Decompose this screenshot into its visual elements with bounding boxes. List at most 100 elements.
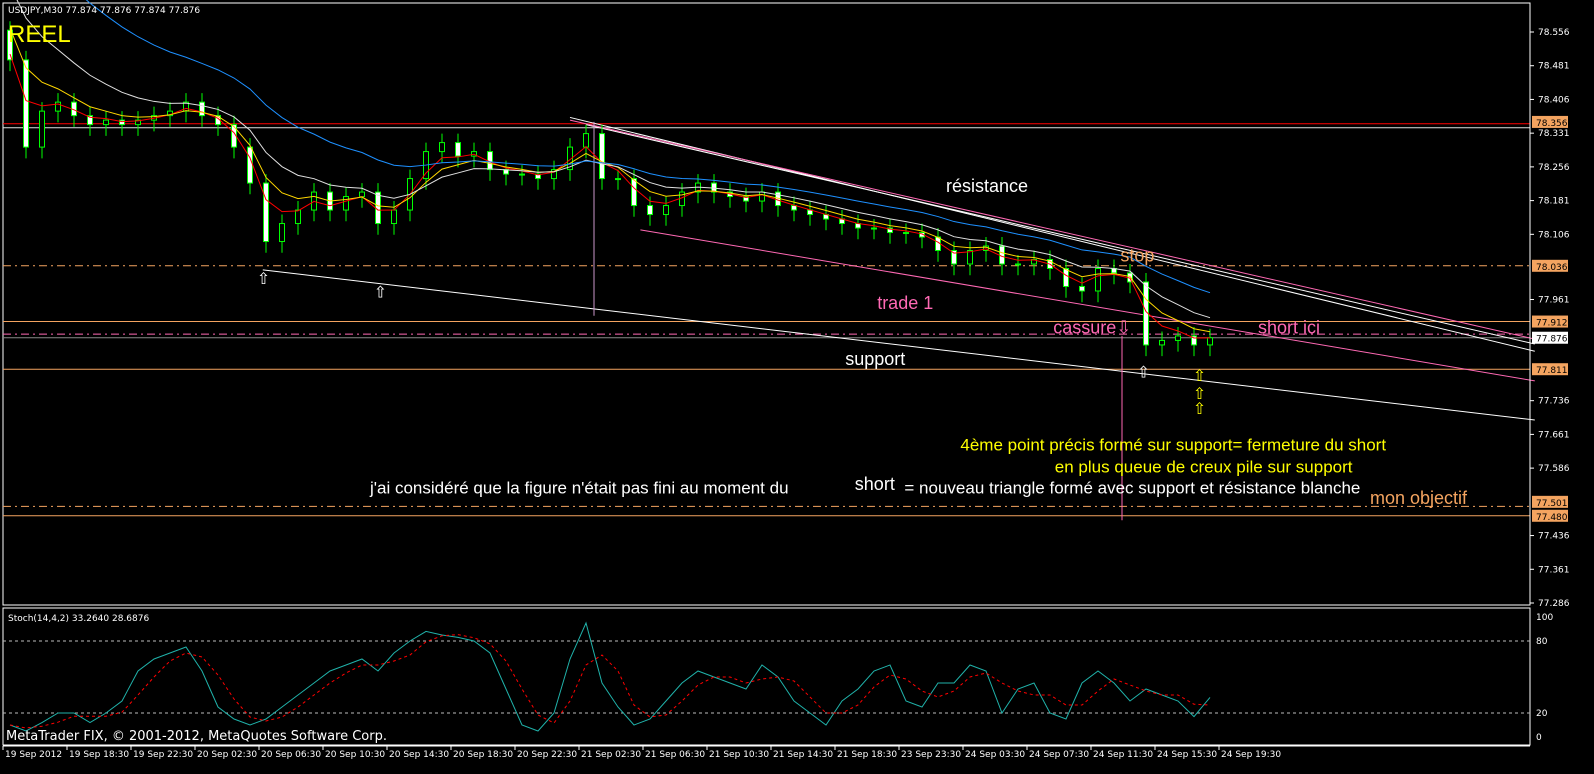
chart-annotation[interactable]: j'ai considéré que la figure n'était pas… xyxy=(369,478,789,497)
time-tick-label: 24 Sep 11:30 xyxy=(1093,750,1153,760)
up-arrow-icon[interactable]: ⇧ xyxy=(1137,363,1150,382)
bear-candle-body xyxy=(263,182,269,243)
chart-annotation[interactable]: = nouveau triangle formé avec support et… xyxy=(904,478,1360,497)
chart-annotation[interactable]: trade 1 xyxy=(877,293,933,313)
price-tick-label: 78.406 xyxy=(1538,95,1570,105)
time-tick-label: 21 Sep 18:30 xyxy=(837,750,897,760)
chart-annotation[interactable]: short ici xyxy=(1258,318,1320,338)
bear-candle-body xyxy=(199,101,205,117)
price-label-value: 77.811 xyxy=(1536,366,1568,376)
bull-candle-body xyxy=(1159,339,1165,346)
chart-annotation[interactable]: short xyxy=(855,474,895,494)
price-tick-label: 77.286 xyxy=(1538,599,1570,609)
bear-candle-body xyxy=(1063,267,1069,287)
bull-candle-body xyxy=(295,209,301,225)
up-arrow-icon[interactable]: ⇧ xyxy=(1193,366,1206,385)
bull-candle-body xyxy=(1095,267,1101,292)
price-tick-label: 77.961 xyxy=(1538,296,1570,306)
time-tick-label: 20 Sep 14:30 xyxy=(389,750,449,760)
price-tick-label: 77.361 xyxy=(1538,565,1570,575)
bull-candle-body xyxy=(391,209,397,225)
bull-candle-body xyxy=(519,173,525,176)
bear-candle-body xyxy=(1079,285,1085,292)
price-label-value: 78.356 xyxy=(1536,119,1568,129)
bull-candle-body xyxy=(615,178,621,181)
main-chart-panel[interactable] xyxy=(2,2,1531,606)
time-tick-label: 20 Sep 10:30 xyxy=(325,750,385,760)
price-tick-label: 77.661 xyxy=(1538,430,1570,440)
bull-candle-body xyxy=(759,191,765,202)
price-tick-label: 78.106 xyxy=(1538,230,1570,240)
bull-candle-body xyxy=(359,191,365,198)
stoch-tick-label: 100 xyxy=(1536,613,1553,623)
bull-candle-body xyxy=(1175,335,1181,341)
bear-candle-body xyxy=(791,205,797,211)
chart-annotation[interactable]: 4ème point précis formé sur support= fer… xyxy=(960,436,1386,455)
chart-annotation[interactable]: stop xyxy=(1120,246,1154,266)
chart-annotation[interactable]: mon objectif xyxy=(1370,488,1468,508)
time-tick-label: 20 Sep 06:30 xyxy=(261,750,321,760)
time-tick-label: 21 Sep 06:30 xyxy=(645,750,705,760)
bear-candle-body xyxy=(631,178,637,207)
time-tick-label: 21 Sep 14:30 xyxy=(773,750,833,760)
bull-candle-body xyxy=(871,227,877,230)
bull-candle-body xyxy=(39,110,45,148)
bull-candle-body xyxy=(967,250,973,265)
bull-candle-body xyxy=(1207,337,1213,346)
candle xyxy=(263,174,269,253)
chart-annotation[interactable]: résistance xyxy=(946,176,1028,196)
bear-candle-body xyxy=(247,146,253,184)
time-tick-label: 21 Sep 10:30 xyxy=(709,750,769,760)
bull-candle-body xyxy=(103,119,109,126)
bull-candle-body xyxy=(1015,263,1021,266)
time-tick-label: 20 Sep 22:30 xyxy=(517,750,577,760)
time-tick-label: 21 Sep 02:30 xyxy=(581,750,641,760)
time-tick-label: 20 Sep 18:30 xyxy=(453,750,513,760)
bear-candle-body xyxy=(599,133,605,180)
time-tick-label: 19 Sep 22:30 xyxy=(133,750,193,760)
price-tick-label: 77.736 xyxy=(1538,397,1570,407)
price-label-value: 77.501 xyxy=(1536,499,1568,509)
bull-candle-body xyxy=(663,205,669,216)
time-tick-label: 20 Sep 02:30 xyxy=(197,750,257,760)
bear-candle-body xyxy=(119,119,125,126)
bear-candle-body xyxy=(999,245,1005,265)
stochastic-panel[interactable] xyxy=(2,607,1531,746)
symbol-info: USDJPY,M30 77.874 77.876 77.874 77.876 xyxy=(8,6,200,16)
bull-candle-body xyxy=(903,232,909,235)
stoch-tick-label: 80 xyxy=(1536,637,1548,647)
stoch-tick-label: 0 xyxy=(1536,733,1542,743)
price-tick-label: 78.481 xyxy=(1538,62,1570,72)
bull-candle-body xyxy=(583,133,589,148)
price-tick-label: 78.181 xyxy=(1538,197,1570,207)
up-arrow-icon[interactable]: ⇧ xyxy=(1193,399,1206,418)
time-tick-label: 19 Sep 18:30 xyxy=(69,750,129,760)
time-tick-label: 24 Sep 03:30 xyxy=(965,750,1025,760)
time-tick-label: 24 Sep 19:30 xyxy=(1221,750,1281,760)
price-tick-label: 77.586 xyxy=(1538,464,1570,474)
chart-annotation[interactable]: en plus queue de creux pile sur support xyxy=(1055,458,1353,477)
chart-annotation[interactable]: cassure⇩ xyxy=(1053,318,1131,338)
price-label-value: 78.036 xyxy=(1536,263,1568,273)
price-tick-label: 78.256 xyxy=(1538,163,1570,173)
time-tick-label: 23 Sep 23:30 xyxy=(901,750,961,760)
up-arrow-icon[interactable]: ⇧ xyxy=(257,269,270,288)
price-tick-label: 77.436 xyxy=(1538,532,1570,542)
up-arrow-icon[interactable]: ⇧ xyxy=(374,283,387,302)
bull-candle-body xyxy=(439,142,445,153)
chart-annotation[interactable]: support xyxy=(845,349,905,369)
bear-candle-body xyxy=(23,59,29,148)
time-tick-label: 24 Sep 15:30 xyxy=(1157,750,1217,760)
stoch-tick-label: 20 xyxy=(1536,709,1548,719)
account-type-label: REEL xyxy=(8,21,71,48)
trading-chart[interactable]: résistance stop trade 1 cassure⇩ short ici su… xyxy=(0,0,1594,774)
price-tick-label: 78.556 xyxy=(1538,28,1570,38)
price-label-value: 77.876 xyxy=(1536,335,1568,345)
price-tick-label: 78.331 xyxy=(1538,129,1570,139)
stoch-indicator-label: Stoch(14,4,2) 33.2640 28.6876 xyxy=(8,614,149,624)
price-label-value: 77.912 xyxy=(1536,319,1568,329)
bull-candle-body xyxy=(343,196,349,211)
time-tick-label: 24 Sep 07:30 xyxy=(1029,750,1089,760)
bear-candle-body xyxy=(375,191,381,225)
bear-candle-body xyxy=(647,205,653,216)
